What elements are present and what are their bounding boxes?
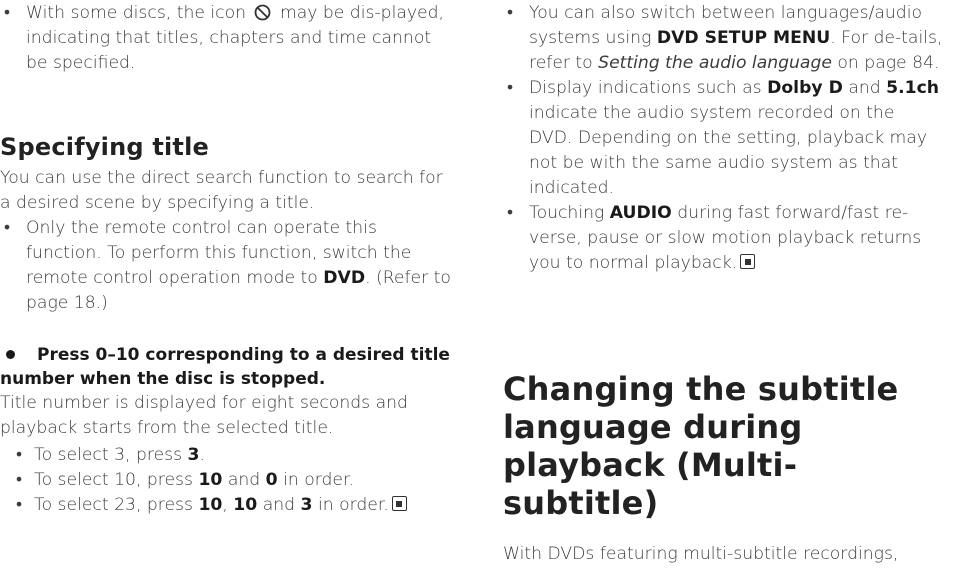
note-text: and xyxy=(848,78,881,98)
menu-label: DVD SETUP MENU xyxy=(656,28,831,48)
button-label: AUDIO xyxy=(609,203,672,223)
note-text: Display indications such as xyxy=(529,78,762,98)
note-list: With some discs, the icon may be dis-pla… xyxy=(0,1,458,76)
key-label: 0 xyxy=(265,470,278,490)
key-label: 3 xyxy=(187,445,200,465)
list-item: To select 10, press 10 and 0 in order. xyxy=(0,468,458,493)
note-text: on page 84. xyxy=(837,53,940,73)
step-instruction: Press 0–10 corresponding to a desired ti… xyxy=(0,343,458,391)
note-text: With some discs, the icon xyxy=(26,3,247,23)
section-intro: With DVDs featuring multi-subtitle recor… xyxy=(503,544,899,564)
example-text: To select 10, press xyxy=(34,470,193,490)
section-intro: You can use the direct search function t… xyxy=(0,168,443,213)
key-label: 10 xyxy=(198,470,223,490)
remote-note-list: Only the remote control can operate this… xyxy=(0,216,458,316)
note-text: indicate the audio system recorded on th… xyxy=(529,103,927,198)
reference-title: Setting the audio language xyxy=(598,53,832,73)
example-text: To select 3, press xyxy=(34,445,183,465)
indication-label: 5.1ch xyxy=(886,78,939,98)
example-text: in order. xyxy=(317,495,389,515)
prohibit-icon xyxy=(255,4,271,21)
example-text: and xyxy=(262,495,296,515)
step-detail: Title number is displayed for eight seco… xyxy=(0,393,408,438)
example-text: and xyxy=(227,470,261,490)
list-item: Only the remote control can operate this… xyxy=(0,216,458,316)
section-title-multi-subtitle: Changing the subtitle language during pl… xyxy=(503,370,899,522)
end-mark-icon xyxy=(391,496,407,511)
note-text: Touching xyxy=(529,203,605,223)
audio-notes-list: You can also switch between languages/au… xyxy=(503,1,943,276)
key-label: 10 xyxy=(233,495,258,515)
left-column: With some discs, the icon may be dis-pla… xyxy=(0,0,458,518)
section-title-specifying-title: Specifying title xyxy=(0,133,210,161)
list-item: Display indications such as Dolby D and … xyxy=(503,76,943,201)
list-item: You can also switch between languages/au… xyxy=(503,1,943,76)
example-text: To select 23, press xyxy=(34,495,193,515)
list-item: To select 23, press 10, 10 and 3 in orde… xyxy=(0,493,458,518)
mode-label: DVD xyxy=(323,268,366,288)
list-item: Touching AUDIO during fast forward/fast … xyxy=(503,201,943,276)
indication-label: Dolby D xyxy=(767,78,843,98)
example-list: To select 3, press 3. To select 10, pres… xyxy=(0,443,458,518)
right-column: You can also switch between languages/au… xyxy=(503,0,943,567)
list-item: To select 3, press 3. xyxy=(0,443,458,468)
example-text: in order. xyxy=(283,470,354,490)
key-label: 10 xyxy=(198,495,223,515)
key-label: 3 xyxy=(300,495,313,515)
list-item: With some discs, the icon may be dis-pla… xyxy=(0,1,458,76)
step-bullet-icon xyxy=(6,349,15,359)
end-mark-icon xyxy=(740,254,756,269)
step-text: Press 0–10 corresponding to a desired ti… xyxy=(0,345,450,389)
